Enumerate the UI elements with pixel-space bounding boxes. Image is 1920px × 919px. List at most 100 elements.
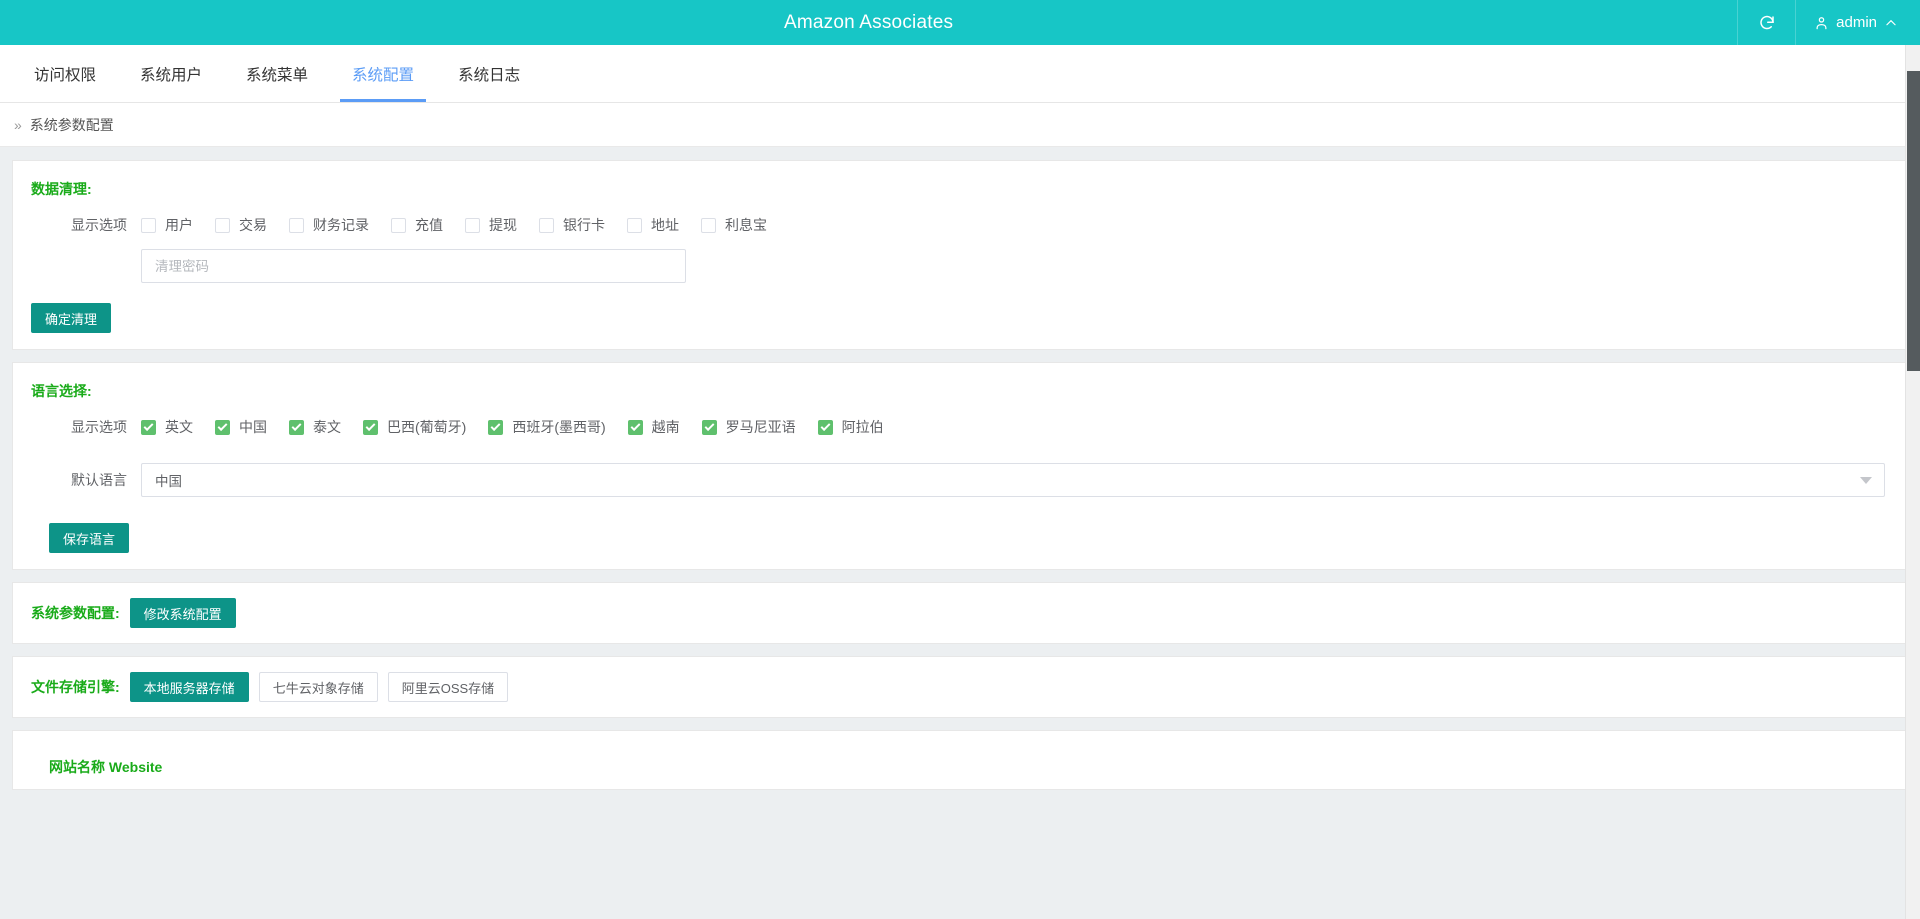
storage-local-button[interactable]: 本地服务器存储 — [129, 672, 249, 702]
data-cleanup-title: 数据清理: — [31, 181, 92, 197]
checkbox-lang-chinese[interactable]: 中国 — [215, 417, 267, 437]
checkbox-box — [363, 419, 378, 435]
checkbox-label: 阿拉伯 — [841, 419, 884, 435]
page-title: Amazon Associates — [783, 11, 954, 33]
checkbox-lang-spanish[interactable]: 西班牙(墨西哥) — [488, 417, 606, 437]
checkbox-label: 交易 — [239, 217, 267, 233]
scrollbar-thumb[interactable] — [1907, 71, 1920, 371]
checkbox-address[interactable]: 地址 — [627, 215, 679, 235]
user-menu[interactable]: admin — [1796, 0, 1920, 45]
checkbox-label: 提现 — [489, 217, 517, 233]
checkbox-label: 用户 — [165, 217, 193, 233]
edit-system-config-button[interactable]: 修改系统配置 — [129, 598, 236, 628]
data-cleanup-checkbox-group: 用户 交易 财务记录 充值 提现 银行卡 地址 利息宝 — [141, 215, 789, 235]
page-content: 数据清理: 显示选项 用户 交易 财务记录 充值 提现 银行卡 地址 利息宝 确… — [0, 147, 1920, 919]
default-language-label: 默认语言 — [71, 472, 127, 488]
checkbox-label: 银行卡 — [563, 217, 605, 233]
checkbox-box — [627, 217, 642, 233]
checkbox-box — [488, 419, 504, 435]
chevron-double-right-icon: » — [14, 116, 22, 133]
checkbox-box — [289, 419, 304, 435]
checkbox-box — [539, 217, 554, 233]
checkbox-label: 充值 — [415, 217, 443, 233]
language-options-row: 显示选项 英文 中国 泰文 巴西(葡萄牙) 西班牙(墨西哥) 越南 罗马尼亚语 … — [31, 417, 1889, 437]
checkbox-box — [701, 217, 716, 233]
save-language-button[interactable]: 保存语言 — [49, 523, 130, 553]
checkbox-box — [627, 419, 643, 435]
vertical-scrollbar[interactable] — [1905, 45, 1920, 919]
language-options-label: 显示选项 — [71, 419, 127, 435]
checkbox-lang-romanian[interactable]: 罗马尼亚语 — [701, 417, 796, 437]
data-cleanup-options-label: 显示选项 — [71, 217, 127, 233]
checkbox-label: 英文 — [165, 419, 193, 435]
checkbox-transaction[interactable]: 交易 — [215, 215, 267, 235]
checkbox-box — [141, 419, 156, 435]
checkbox-box — [465, 217, 480, 233]
breadcrumb-current: 系统参数配置 — [29, 116, 114, 133]
storage-engine-card: 文件存储引擎: 本地服务器存储 七牛云对象存储 阿里云OSS存储 — [12, 656, 1908, 718]
checkbox-box — [701, 419, 717, 435]
tab-label: 访问权限 — [34, 66, 97, 84]
tab-system-log[interactable]: 系统日志 — [436, 45, 542, 102]
username-label: admin — [1836, 14, 1877, 31]
tab-label: 系统配置 — [352, 66, 415, 84]
data-cleanup-card: 数据清理: 显示选项 用户 交易 财务记录 充值 提现 银行卡 地址 利息宝 确… — [12, 160, 1908, 350]
app-header: Amazon Associates admin — [0, 0, 1920, 45]
tab-system-menu[interactable]: 系统菜单 — [224, 45, 330, 102]
checkbox-label: 巴西(葡萄牙) — [387, 419, 467, 435]
system-params-card: 系统参数配置: 修改系统配置 — [12, 582, 1908, 644]
default-language-row: 默认语言 中国 — [31, 463, 1889, 497]
language-checkbox-group: 英文 中国 泰文 巴西(葡萄牙) 西班牙(墨西哥) 越南 罗马尼亚语 阿拉伯 — [141, 417, 906, 437]
checkbox-lang-vietnam[interactable]: 越南 — [627, 417, 680, 437]
tab-label: 系统菜单 — [246, 66, 309, 84]
default-language-select[interactable]: 中国 — [141, 463, 1885, 497]
checkbox-box — [215, 419, 230, 435]
tab-label: 系统用户 — [140, 66, 203, 84]
storage-qiniu-button[interactable]: 七牛云对象存储 — [258, 672, 378, 702]
checkbox-label: 罗马尼亚语 — [725, 419, 796, 435]
checkbox-lang-english[interactable]: 英文 — [141, 417, 193, 437]
tab-label: 系统日志 — [458, 66, 521, 84]
chevron-up-icon[interactable] — [1884, 16, 1898, 30]
checkbox-withdraw[interactable]: 提现 — [465, 215, 517, 235]
person-icon — [1814, 15, 1829, 31]
system-params-title: 系统参数配置: — [31, 605, 120, 621]
checkbox-box — [817, 419, 833, 435]
default-language-value[interactable]: 中国 — [141, 463, 1885, 497]
checkbox-bank-card[interactable]: 银行卡 — [539, 215, 605, 235]
storage-engine-title: 文件存储引擎: — [31, 679, 120, 695]
cleanup-password-row — [31, 249, 1889, 283]
checkbox-label: 泰文 — [313, 419, 341, 435]
tab-access-permission[interactable]: 访问权限 — [12, 45, 118, 102]
checkbox-label: 财务记录 — [313, 217, 369, 233]
tab-system-config[interactable]: 系统配置 — [330, 45, 436, 102]
language-action-row: 保存语言 — [31, 523, 1889, 553]
data-cleanup-options-row: 显示选项 用户 交易 财务记录 充值 提现 银行卡 地址 利息宝 — [31, 215, 1889, 235]
checkbox-lang-arabic[interactable]: 阿拉伯 — [817, 417, 884, 437]
refresh-button[interactable] — [1738, 0, 1797, 45]
confirm-cleanup-button[interactable]: 确定清理 — [31, 303, 112, 333]
cleanup-action-row: 确定清理 — [31, 303, 1889, 333]
checkbox-lixibao[interactable]: 利息宝 — [701, 215, 767, 235]
checkbox-label: 地址 — [651, 217, 679, 233]
checkbox-box — [391, 217, 406, 233]
checkbox-label: 越南 — [651, 419, 680, 435]
tab-system-users[interactable]: 系统用户 — [118, 45, 224, 102]
checkbox-lang-brazil[interactable]: 巴西(葡萄牙) — [363, 417, 466, 437]
website-name-card: 网站名称 Website — [12, 730, 1908, 790]
checkbox-recharge[interactable]: 充值 — [391, 215, 443, 235]
checkbox-label: 西班牙(墨西哥) — [512, 419, 606, 435]
language-title: 语言选择: — [31, 383, 92, 399]
breadcrumb: » 系统参数配置 — [0, 103, 1920, 147]
checkbox-financial-record[interactable]: 财务记录 — [289, 215, 369, 235]
checkbox-label: 利息宝 — [725, 217, 767, 233]
tab-bar: 访问权限 系统用户 系统菜单 系统配置 系统日志 — [0, 45, 1920, 103]
website-name-label: 网站名称 Website — [49, 759, 163, 775]
storage-aliyun-oss-button[interactable]: 阿里云OSS存储 — [387, 672, 509, 702]
checkbox-user[interactable]: 用户 — [141, 215, 193, 235]
checkbox-label: 中国 — [239, 419, 267, 435]
refresh-icon — [1758, 14, 1776, 32]
checkbox-lang-thai[interactable]: 泰文 — [289, 417, 341, 437]
cleanup-password-input[interactable] — [141, 249, 686, 283]
checkbox-box — [215, 217, 230, 233]
